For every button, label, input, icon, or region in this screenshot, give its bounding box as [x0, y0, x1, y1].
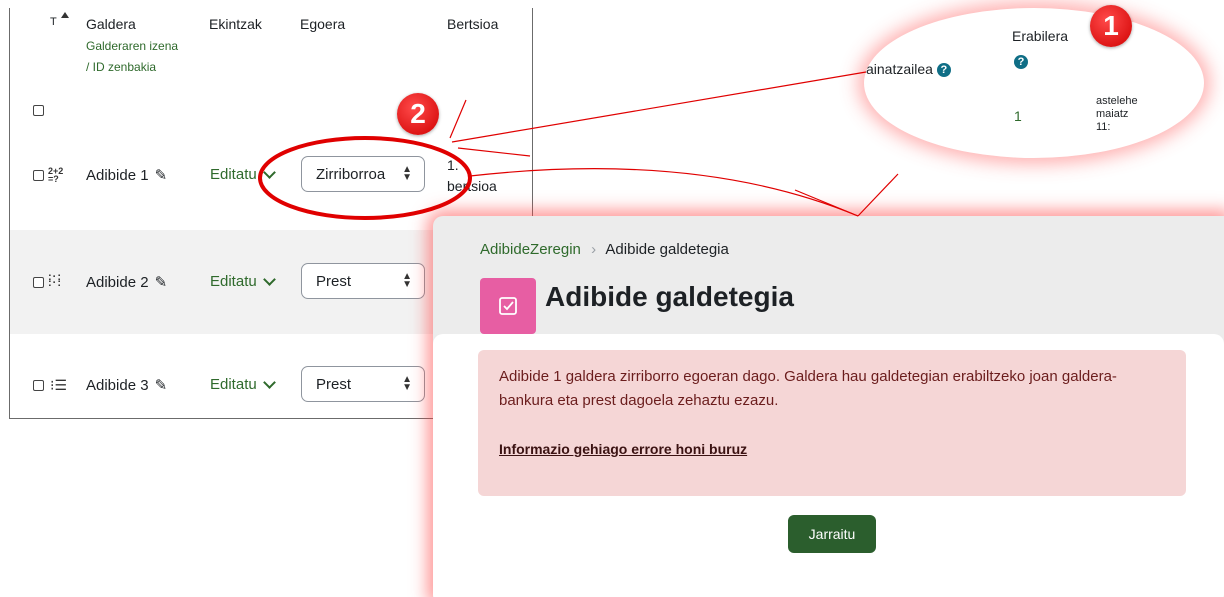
- usage-column-header: Erabilera: [1012, 28, 1069, 44]
- last-used-date: astelehe maiatz 11:: [1096, 95, 1138, 134]
- breadcrumb-separator: ›: [591, 241, 597, 258]
- sort-ascending-icon: [61, 12, 69, 18]
- row-checkbox[interactable]: [33, 170, 44, 181]
- question-name-label: Adibide 3: [86, 376, 149, 394]
- question-name: Adibide 3 ✎: [86, 376, 168, 395]
- help-icon[interactable]: ?: [1014, 55, 1028, 69]
- checkbox-square-icon: [499, 297, 517, 315]
- edit-menu-label: Editatu: [210, 273, 257, 290]
- callout-badge-1: 1: [1090, 5, 1132, 47]
- quiz-icon: [480, 278, 536, 334]
- version-cell: 1. bertsioa: [447, 155, 497, 197]
- pencil-icon[interactable]: ✎: [155, 166, 168, 184]
- date-line: 11:: [1096, 121, 1111, 133]
- matching-icon: :·::·:: [48, 271, 62, 289]
- version-column-header: Bertsioa: [447, 16, 499, 32]
- callout-badge-2: 2: [397, 93, 439, 135]
- row-checkbox[interactable]: [33, 277, 44, 288]
- chevron-down-icon: [262, 273, 276, 286]
- select-all-checkbox[interactable]: [33, 105, 44, 116]
- usage-count-link[interactable]: 1: [1014, 108, 1022, 124]
- breadcrumb-current: Adibide galdetegia: [605, 241, 729, 258]
- actions-column-header: Ekintzak: [209, 16, 262, 32]
- date-line: astelehe: [1096, 95, 1138, 107]
- creator-column-label: ainatzailea: [866, 61, 933, 77]
- select-arrows-icon: ▲ ▼: [402, 271, 412, 290]
- question-name-label: Adibide 2: [86, 273, 149, 291]
- row-checkbox[interactable]: [33, 380, 44, 391]
- question-name-label: Adibide 1: [86, 166, 149, 184]
- question-id-sort-link[interactable]: / ID zenbakia: [86, 59, 156, 75]
- sort-type-header[interactable]: T: [50, 16, 57, 28]
- continue-button[interactable]: Jarraitu: [788, 515, 876, 553]
- version-label: bertsioa: [447, 178, 497, 194]
- creator-column-header: ainatzailea ?: [866, 61, 951, 78]
- status-column-header: Egoera: [300, 16, 346, 32]
- select-arrows-icon: ▲ ▼: [402, 374, 412, 393]
- pencil-icon[interactable]: ✎: [155, 273, 168, 291]
- edit-menu[interactable]: Editatu: [210, 376, 276, 393]
- pencil-icon[interactable]: ✎: [155, 376, 168, 394]
- page-title: Adibide galdetegia: [545, 281, 794, 312]
- question-name: Adibide 1 ✎: [86, 166, 168, 185]
- connector-line: [794, 189, 859, 217]
- status-select[interactable]: Prest ▲ ▼: [301, 263, 425, 299]
- chevron-down-icon: [262, 166, 276, 179]
- connector-line: [857, 173, 899, 217]
- question-name-sort-link[interactable]: Galderaren izena: [86, 38, 178, 54]
- date-line: maiatz: [1096, 108, 1129, 120]
- table-row: 2+2 =? Adibide 1 ✎ Editatu Zirriborroa ▲ ▼…: [10, 133, 532, 223]
- edit-menu-label: Editatu: [210, 166, 257, 183]
- more-info-link[interactable]: Informazio gehiago errore honi buruz: [499, 441, 747, 457]
- alert-message: Adibide 1 galdera zirriborro egoeran dag…: [499, 368, 1117, 409]
- status-select-value: Prest: [316, 272, 352, 290]
- help-icon[interactable]: ?: [936, 63, 951, 78]
- edit-menu-label: Editatu: [210, 376, 257, 393]
- question-column-header[interactable]: Galdera: [86, 16, 136, 32]
- error-alert: Adibide 1 galdera zirriborro egoeran dag…: [478, 350, 1186, 496]
- chevron-down-icon: [262, 376, 276, 389]
- usage-magnifier: ainatzailea ? Erabilera ? 1 astelehe mai…: [864, 8, 1204, 158]
- breadcrumb-course-link[interactable]: AdibideZeregin: [480, 241, 581, 258]
- select-arrows-icon: ▲ ▼: [402, 164, 412, 183]
- breadcrumb: AdibideZeregin › Adibide galdetegia: [480, 241, 729, 258]
- status-select[interactable]: Zirriborroa ▲ ▼: [301, 156, 425, 192]
- edit-menu[interactable]: Editatu: [210, 166, 276, 183]
- calculated-icon: 2+2 =?: [48, 166, 64, 184]
- quiz-error-page: AdibideZeregin › Adibide galdetegia Adib…: [433, 216, 1224, 597]
- status-select-value: Zirriborroa: [316, 165, 386, 183]
- version-number: 1.: [447, 157, 459, 173]
- multichoice-icon: ⁝☰: [50, 377, 68, 393]
- edit-menu[interactable]: Editatu: [210, 273, 276, 290]
- status-select-value: Prest: [316, 375, 352, 393]
- status-select[interactable]: Prest ▲ ▼: [301, 366, 425, 402]
- question-name: Adibide 2 ✎: [86, 273, 168, 292]
